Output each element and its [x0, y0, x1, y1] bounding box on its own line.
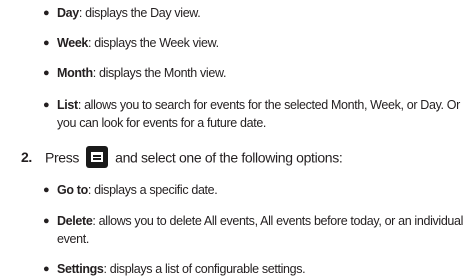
- step-text-before-icon: Press: [45, 149, 80, 166]
- desc-day: : displays the Day view.: [78, 6, 201, 20]
- list-item-week: ● Week: displays the Week view.: [43, 34, 467, 52]
- list-item-settings: ● Settings: displays a list of configura…: [43, 260, 467, 278]
- term-delete: Delete: [57, 214, 93, 228]
- list-item-delete: ● Delete: allows you to delete All event…: [43, 212, 467, 248]
- bullet-icon: ●: [43, 7, 50, 19]
- term-month: Month: [57, 66, 93, 80]
- term-settings: Settings: [57, 262, 104, 276]
- menu-key-icon: [85, 146, 108, 168]
- desc-delete: : allows you to delete All events, All e…: [57, 214, 464, 246]
- step-text: Press and select one of the following op…: [45, 146, 343, 171]
- desc-settings: : displays a list of configurable settin…: [103, 262, 306, 276]
- term-week: Week: [57, 36, 89, 50]
- term-go-to: Go to: [57, 183, 88, 197]
- bullet-icon: ●: [43, 67, 50, 79]
- desc-go-to: : displays a specific date.: [87, 183, 218, 197]
- bullet-icon: ●: [43, 215, 50, 227]
- term-day: Day: [57, 6, 79, 20]
- step-text-after-icon: and select one of the following options:: [115, 149, 343, 166]
- list-item-day: ● Day: displays the Day view.: [43, 4, 467, 22]
- list-item-list: ● List: allows you to search for events …: [43, 96, 467, 132]
- list-item-go-to: ● Go to: displays a specific date.: [43, 181, 467, 199]
- bullet-icon: ●: [43, 37, 50, 49]
- desc-week: : displays the Week view.: [88, 36, 219, 50]
- bullet-icon: ●: [43, 263, 50, 275]
- manual-page: ● Day: displays the Day view. ● Week: di…: [0, 0, 472, 279]
- bullet-icon: ●: [43, 99, 50, 111]
- bullet-icon: ●: [43, 184, 50, 196]
- list-item-month: ● Month: displays the Month view.: [43, 64, 467, 82]
- desc-month: : displays the Month view.: [92, 66, 227, 80]
- desc-list: : allows you to search for events for th…: [57, 98, 460, 130]
- term-list: List: [57, 98, 78, 112]
- step-number: 2.: [21, 149, 32, 165]
